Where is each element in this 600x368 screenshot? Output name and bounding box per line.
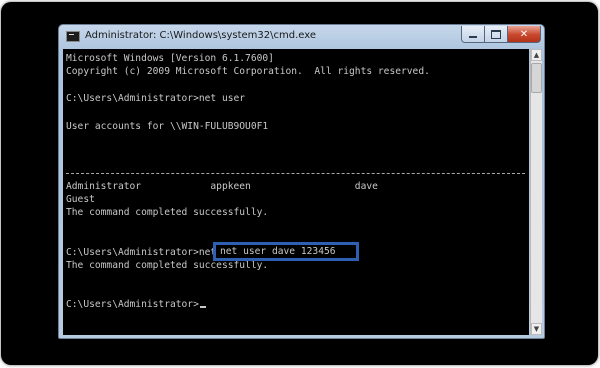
prompt-text: C:\Users\Administrator> <box>66 299 199 310</box>
console-line: Guest <box>66 194 95 205</box>
highlighted-command: net user dave 123456 <box>220 246 336 257</box>
close-icon: ✕ <box>519 28 529 40</box>
console-line: Microsoft Windows [Version 6.1.7600] <box>66 53 274 64</box>
scroll-down-button[interactable]: ▼ <box>531 323 542 335</box>
console-line: The command completed successfully. <box>66 260 269 271</box>
maximize-icon <box>491 29 501 39</box>
cmd-window: Administrator: C:\Windows\system32\cmd.e… <box>58 24 545 339</box>
maximize-button[interactable] <box>484 26 508 43</box>
vertical-scrollbar[interactable]: ▲ ▼ <box>530 49 542 335</box>
arrow-up-icon: ▲ <box>533 51 540 59</box>
console-line: User accounts for \\WIN-FULUB9OU0F1 <box>66 121 269 132</box>
close-button[interactable]: ✕ <box>507 26 541 43</box>
console-line: C:\Users\Administrator>net user <box>66 93 246 104</box>
console-line: The command completed successfully. <box>66 207 269 218</box>
console-line: Copyright (c) 2009 Microsoft Corporation… <box>66 66 430 77</box>
scrollbar-thumb[interactable] <box>531 63 542 93</box>
text-cursor <box>199 306 206 308</box>
cmd-icon <box>66 31 80 42</box>
console-output[interactable]: Microsoft Windows [Version 6.1.7600] Cop… <box>63 49 529 335</box>
separator-line <box>66 173 525 174</box>
arrow-down-icon: ▼ <box>533 325 540 333</box>
minimize-icon <box>469 35 477 38</box>
prompt-line[interactable]: C:\Users\Administrator> <box>66 299 206 310</box>
console-line: Administrator appkeen dave <box>66 181 378 192</box>
minimize-button[interactable] <box>461 26 485 43</box>
command-highlight-box: net user dave 123456 <box>213 242 359 261</box>
title-bar[interactable]: Administrator: C:\Windows\system32\cmd.e… <box>59 25 544 49</box>
window-title: Administrator: C:\Windows\system32\cmd.e… <box>85 30 317 41</box>
scroll-up-button[interactable]: ▲ <box>531 49 542 61</box>
